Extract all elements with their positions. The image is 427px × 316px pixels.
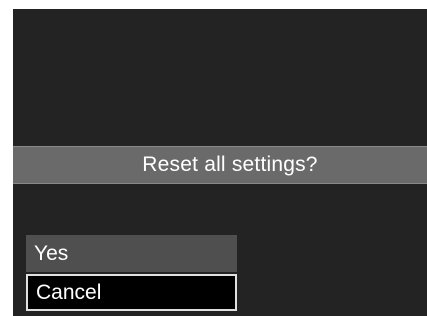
reset-prompt-bar: Reset all settings? <box>13 146 427 184</box>
cancel-option-label: Cancel <box>36 280 102 304</box>
reset-prompt-text: Reset all settings? <box>142 153 318 176</box>
cancel-option[interactable]: Cancel <box>26 274 237 311</box>
yes-option[interactable]: Yes <box>26 235 237 272</box>
yes-option-label: Yes <box>34 241 69 265</box>
